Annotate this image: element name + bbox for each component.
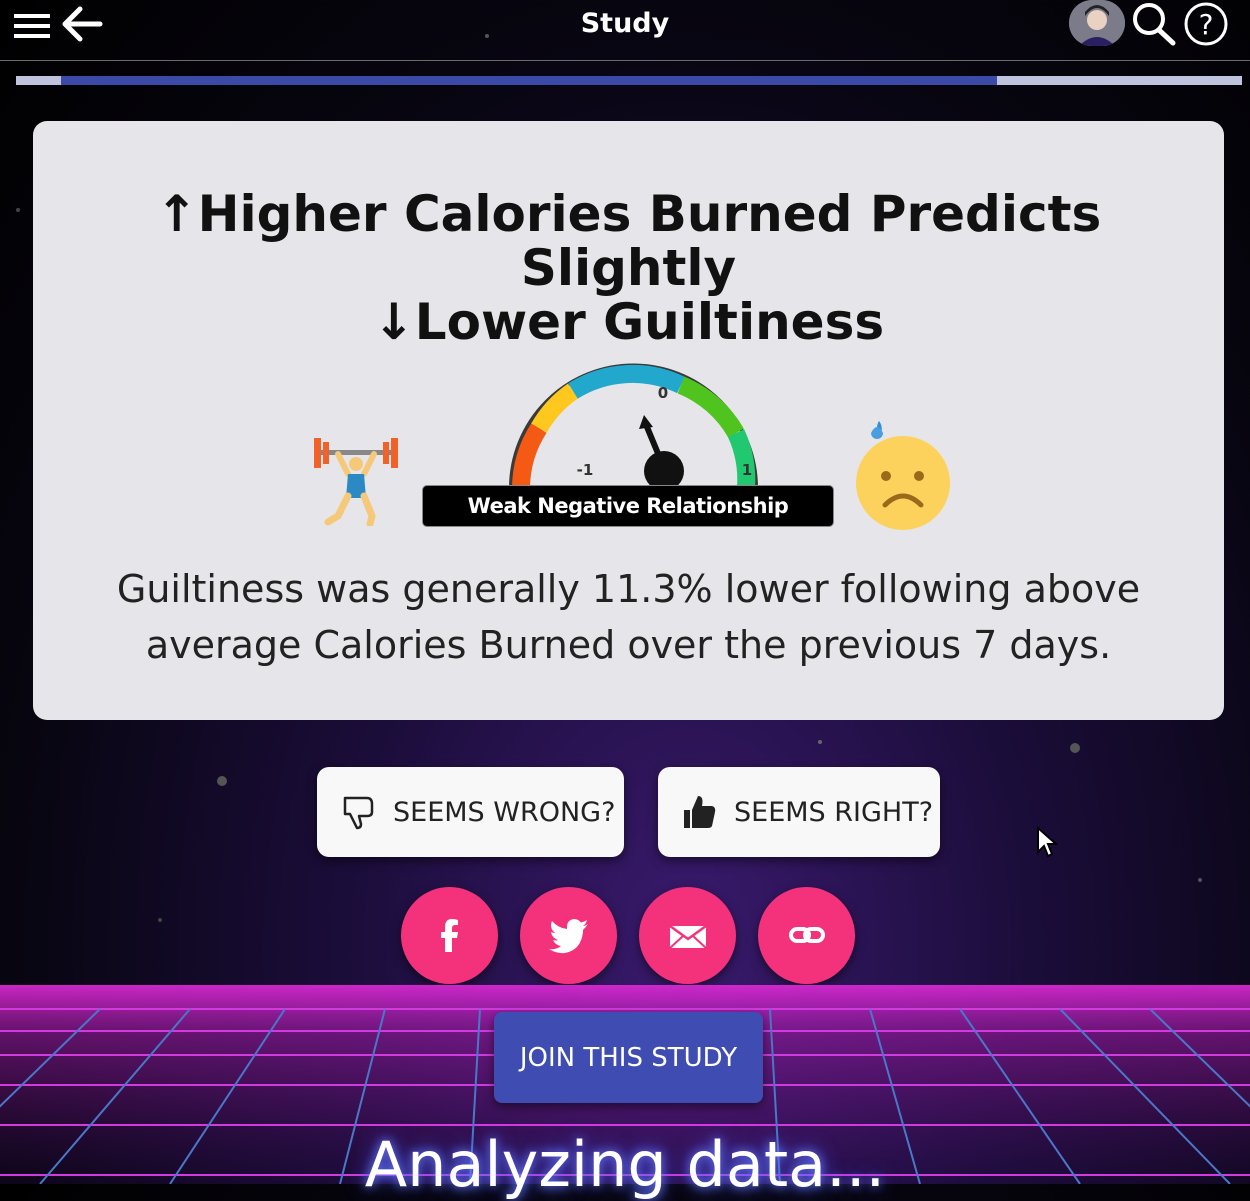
gauge-tick-max: 1 <box>742 461 752 479</box>
relationship-gauge: 0 -1 1 <box>509 363 758 491</box>
email-icon <box>668 924 707 949</box>
progress-fill <box>61 76 997 85</box>
link-icon <box>788 926 825 943</box>
study-title-line1: ↑Higher Calories Burned Predicts Slightl… <box>155 185 1102 297</box>
thumbs-down-icon <box>343 796 374 830</box>
gauge-tick-zero: 0 <box>658 384 668 402</box>
gauge-needle-tip <box>639 415 653 429</box>
search-icon[interactable] <box>1129 0 1177 46</box>
study-title: ↑Higher Calories Burned Predicts Slightl… <box>93 187 1164 349</box>
sad-sweat-face-icon <box>856 421 950 530</box>
seems-wrong-label: SEEMS WRONG? <box>393 796 616 828</box>
copy-link-button[interactable] <box>758 887 855 984</box>
seems-wrong-button[interactable]: SEEMS WRONG? <box>317 767 624 857</box>
thumbs-up-icon <box>684 796 716 828</box>
top-bar: Study ? <box>0 0 1250 61</box>
svg-text:?: ? <box>1199 8 1214 41</box>
weightlifter-icon <box>314 438 398 526</box>
page-title: Study <box>580 8 670 39</box>
study-card: ↑Higher Calories Burned Predicts Slightl… <box>33 121 1224 720</box>
study-title-line2: ↓Lower Guiltiness <box>372 293 885 351</box>
share-facebook-button[interactable] <box>401 887 498 984</box>
relationship-label: Weak Negative Relationship <box>422 485 834 527</box>
gauge-tick-min: -1 <box>577 461 594 479</box>
seems-right-button[interactable]: SEEMS RIGHT? <box>658 767 940 857</box>
facebook-icon <box>440 918 458 952</box>
share-twitter-button[interactable] <box>520 887 617 984</box>
progress-bar <box>16 76 1242 85</box>
seems-right-label: SEEMS RIGHT? <box>734 796 934 828</box>
twitter-icon <box>548 918 588 953</box>
avatar[interactable] <box>1069 0 1125 46</box>
analyzing-status: Analyzing data... <box>364 1128 886 1201</box>
share-email-button[interactable] <box>639 887 736 984</box>
join-study-button[interactable]: JOIN THIS STUDY <box>494 1012 763 1103</box>
mouse-cursor-icon <box>1037 826 1058 858</box>
study-description: Guiltiness was generally 11.3% lower fol… <box>116 567 1141 667</box>
help-icon[interactable]: ? <box>1183 1 1229 47</box>
